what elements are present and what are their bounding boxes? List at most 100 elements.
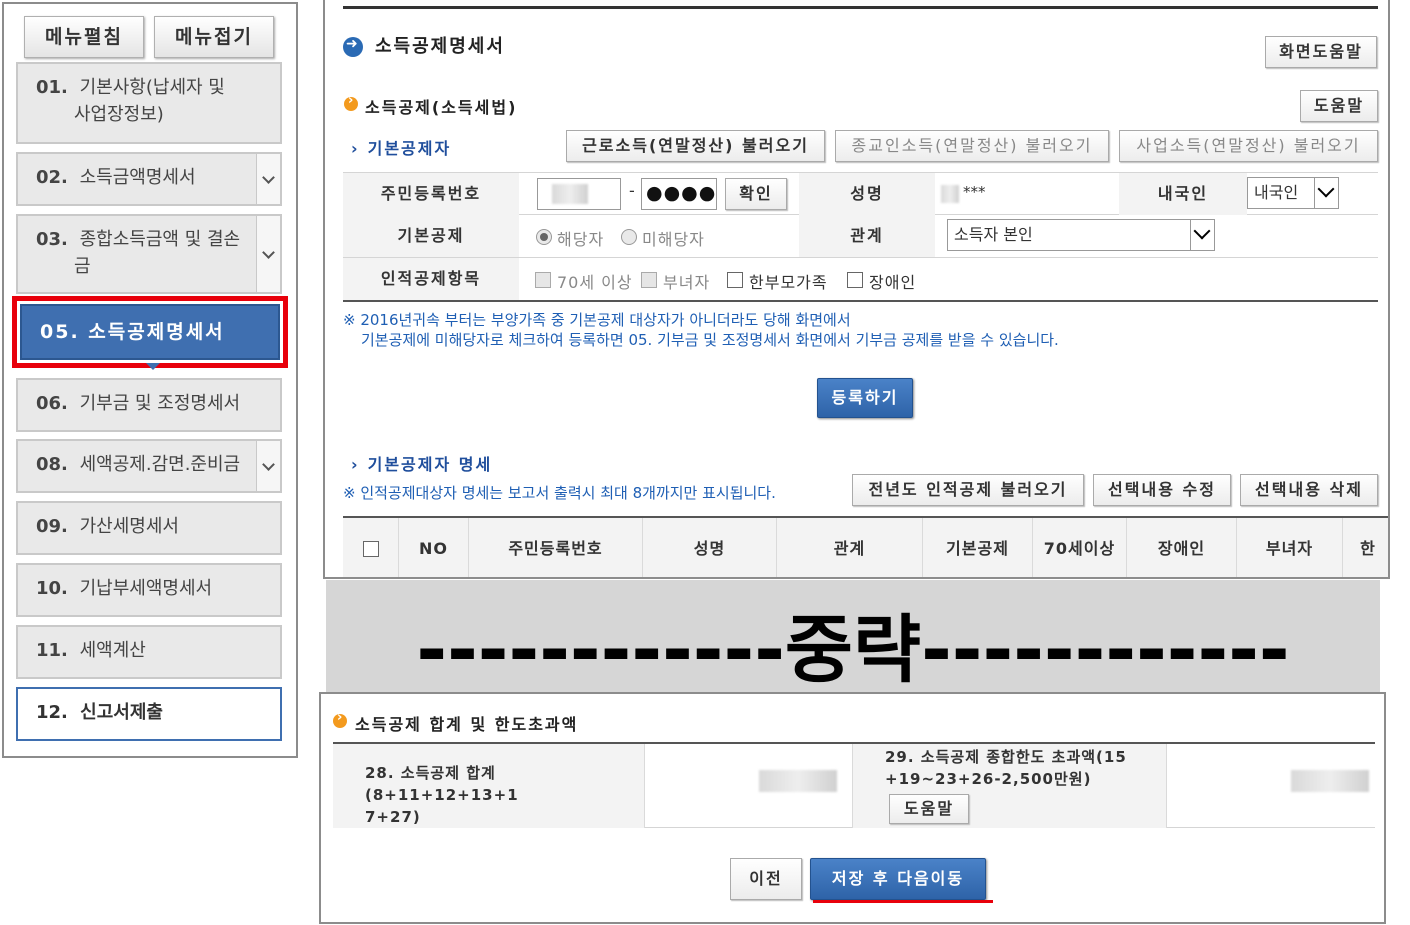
notice-line-2: 기본공제에 미해당자로 체크하여 등록하면 05. 기부금 및 조정명세서 화면…	[361, 331, 1059, 349]
save-next-button[interactable]: 저장 후 다음이동	[810, 858, 986, 900]
chevron-down-icon	[1314, 178, 1338, 208]
menu-item-tax-credit[interactable]: 08. 세액공제.감면.준비금	[16, 439, 282, 493]
chevron-down-icon[interactable]	[256, 441, 280, 491]
omitted-section-band: ------------중략------------	[326, 580, 1380, 693]
chevron-down-icon[interactable]	[256, 216, 280, 292]
column-header-age-70: 70세이상	[1033, 518, 1127, 577]
personal-items-label: 인적공제항목	[343, 258, 519, 300]
menu-item-donation[interactable]: 06. 기부금 및 조정명세서	[16, 378, 282, 432]
menu-item-submit-return[interactable]: 12. 신고서제출	[16, 687, 282, 741]
menu-item-number: 02.	[36, 167, 68, 188]
save-next-highlight	[813, 900, 993, 903]
checkbox-disabled-label: 장애인	[869, 273, 917, 292]
menu-item-number: 12.	[36, 702, 68, 723]
radio-applicable[interactable]	[536, 229, 552, 245]
subsection-title-deductee-list: 기본공제자 명세	[351, 451, 492, 475]
confirm-button[interactable]: 확인	[725, 178, 787, 210]
nationality-select[interactable]: 내국인	[1247, 177, 1339, 209]
basic-deduction-label: 기본공제	[343, 215, 519, 257]
item-29-value	[1167, 744, 1375, 828]
column-header-female-head: 부녀자	[1237, 518, 1343, 577]
column-header-relation: 관계	[777, 518, 923, 577]
menu-item-number: 01.	[36, 77, 68, 98]
notice-line-1: ※ 2016년귀속 부터는 부양가족 중 기본공제 대상자가 아니더라도 당해 …	[343, 311, 851, 329]
menu-item-number: 06.	[36, 393, 68, 414]
page-title: 소득공제명세서	[375, 36, 505, 57]
column-header-single-parent: 한	[1360, 539, 1376, 558]
menu-item-number: 09.	[36, 516, 68, 537]
checkbox-female-head[interactable]	[641, 272, 657, 288]
menu-collapse-button[interactable]: 메뉴접기	[154, 16, 274, 58]
top-divider	[343, 6, 1378, 9]
checkbox-disabled[interactable]	[847, 272, 863, 288]
menu-item-number: 03.	[36, 229, 68, 250]
left-menu-panel: 메뉴펼침 메뉴접기 01. 기본사항(납세자 및 사업장정보) 02. 소득금액…	[2, 2, 298, 758]
rrn-masked-value: ●●●●	[646, 182, 717, 204]
menu-item-tax-calculation[interactable]: 11. 세액계산	[16, 625, 282, 679]
chevron-down-icon[interactable]	[256, 154, 280, 204]
select-all-checkbox[interactable]	[363, 541, 379, 557]
radio-applicable-label: 해당자	[557, 230, 605, 249]
column-header-no: NO	[399, 518, 469, 577]
checkbox-age-70-label: 70세 이상	[557, 273, 633, 292]
form-bottom-divider	[343, 300, 1378, 302]
masked-name	[941, 185, 959, 203]
menu-item-income-statement[interactable]: 02. 소득금액명세서	[16, 152, 282, 206]
rrn-dash: -	[629, 181, 635, 200]
list-notice: ※ 인적공제대상자 명세는 보고서 출력시 최대 8개까지만 표시됩니다.	[343, 484, 776, 502]
select-all-cell	[343, 518, 399, 577]
load-religious-income-button[interactable]: 종교인소득(연말정산) 불러오기	[835, 130, 1109, 162]
item-29-label-line2: +19~23+26-2,500만원)	[885, 770, 1092, 788]
rrn-front-input[interactable]	[537, 178, 621, 210]
menu-item-basic-info[interactable]: 01. 기본사항(납세자 및 사업장정보)	[16, 62, 282, 144]
column-header-disabled: 장애인	[1127, 518, 1237, 577]
help-button[interactable]: 도움말	[1300, 90, 1378, 122]
menu-expand-button[interactable]: 메뉴펼침	[24, 16, 144, 58]
menu-item-number: 11.	[36, 640, 68, 661]
checkbox-female-head-label: 부녀자	[663, 273, 711, 292]
screen-help-button[interactable]: 화면도움말	[1265, 36, 1377, 68]
menu-item-number: 08.	[36, 454, 68, 475]
omitted-marker: ------------중략------------	[416, 607, 1290, 693]
menu-item-deduction-statement[interactable]: 05. 소득공제명세서	[20, 304, 280, 360]
radio-not-applicable[interactable]	[621, 229, 637, 245]
checkbox-age-70[interactable]	[535, 272, 551, 288]
menu-item-label: 소득금액명세서	[79, 167, 196, 188]
deductee-table-header: NO 주민등록번호 성명 관계 기본공제 70세이상 장애인 부녀자 한	[343, 516, 1388, 577]
previous-button[interactable]: 이전	[730, 858, 802, 900]
load-prior-year-button[interactable]: 전년도 인적공제 불러오기	[852, 474, 1084, 506]
menu-item-prepaid-tax[interactable]: 10. 기납부세액명세서	[16, 563, 282, 617]
checkbox-single-parent[interactable]	[727, 272, 743, 288]
rrn-label: 주민등록번호	[343, 173, 519, 215]
name-value: ***	[963, 183, 986, 201]
relation-select[interactable]: 소득자 본인	[947, 219, 1215, 251]
section-bullet-icon	[333, 710, 347, 728]
menu-item-total-income[interactable]: 03. 종합소득금액 및 결손 금	[16, 214, 282, 294]
checkbox-single-parent-label: 한부모가족	[749, 273, 828, 292]
summary-table: 28. 소득공제 합계(8+11+12+13+1 7+27) 29. 소득공제 …	[333, 742, 1375, 828]
menu-item-label: 세액공제.감면.준비금	[79, 454, 241, 475]
edit-selected-button[interactable]: 선택내용 수정	[1093, 474, 1231, 506]
menu-item-label-line2: 사업장정보)	[74, 104, 164, 125]
column-header-basic-deduction: 기본공제	[923, 518, 1033, 577]
masked-amount	[759, 770, 837, 792]
load-business-income-button[interactable]: 사업소득(연말정산) 불러오기	[1119, 130, 1378, 162]
deduction-form-panel: 소득공제명세서 화면도움말 소득공제(소득세법) 도움말 기본공제자 근로소득(…	[323, 0, 1390, 579]
relation-label: 관계	[799, 215, 935, 257]
summary-help-button[interactable]: 도움말	[889, 794, 969, 824]
active-pointer-icon	[146, 363, 160, 370]
rrn-back-input[interactable]: ●●●●	[641, 178, 717, 210]
delete-selected-button[interactable]: 선택내용 삭제	[1240, 474, 1378, 506]
load-wage-income-button[interactable]: 근로소득(연말정산) 불러오기	[566, 130, 825, 162]
nationality-label: 내국인	[1119, 173, 1247, 215]
menu-item-label: 가산세명세서	[79, 516, 179, 537]
register-button[interactable]: 등록하기	[817, 378, 913, 418]
deduction-summary-panel: 소득공제 합계 및 한도초과액 28. 소득공제 합계(8+11+12+13+1…	[319, 692, 1386, 924]
relation-value: 소득자 본인	[954, 225, 1033, 244]
menu-item-additional-tax[interactable]: 09. 가산세명세서	[16, 501, 282, 555]
nationality-value: 내국인	[1254, 183, 1299, 202]
menu-item-label: 기납부세액명세서	[79, 578, 213, 599]
menu-item-number: 10.	[36, 578, 68, 599]
masked-value	[552, 184, 588, 204]
name-label: 성명	[799, 173, 935, 215]
